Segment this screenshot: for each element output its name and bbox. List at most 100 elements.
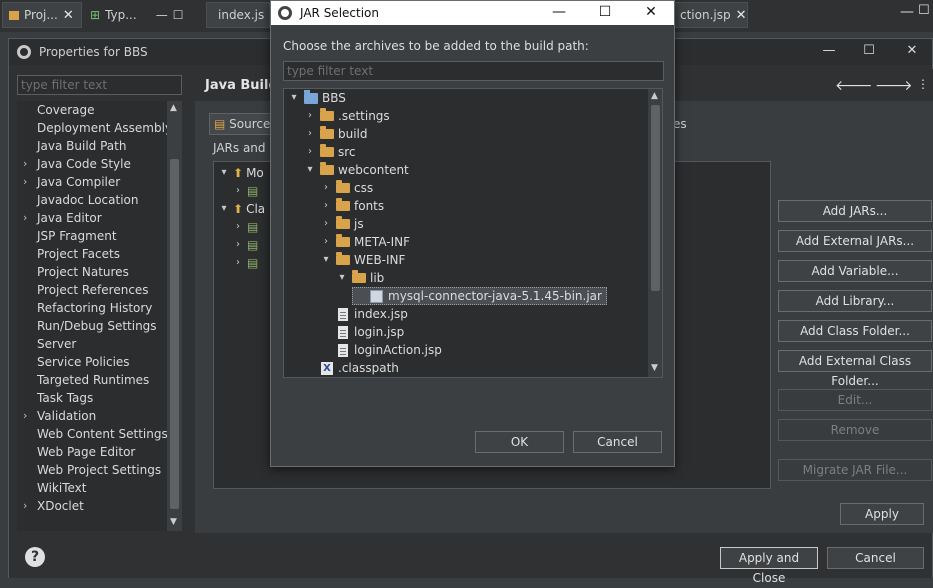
nav-item[interactable]: Web Page Editor: [17, 443, 175, 461]
chevron-right-icon[interactable]: ›: [23, 155, 27, 173]
tree-node[interactable]: X .classpath: [304, 359, 399, 377]
remove-button[interactable]: Remove: [778, 419, 932, 441]
chevron-right-icon[interactable]: ›: [304, 125, 316, 143]
add-external-class-folder-button[interactable]: Add External Class Folder...: [778, 350, 932, 388]
chevron-right-icon[interactable]: ›: [304, 143, 316, 161]
tree-node[interactable]: › css: [320, 179, 373, 197]
nav-item[interactable]: Java Build Path: [17, 137, 175, 155]
nav-item[interactable]: Task Tags: [17, 389, 175, 407]
more-options-icon[interactable]: ⋮: [917, 77, 929, 91]
chevron-down-icon[interactable]: ▾: [320, 251, 332, 269]
close-icon[interactable]: ✕: [63, 8, 74, 23]
tree-node-classpath[interactable]: ▾ ⬆ Cla: [218, 200, 265, 218]
chevron-right-icon[interactable]: ›: [232, 218, 244, 236]
nav-item[interactable]: › Java Editor: [17, 209, 175, 227]
chevron-down-icon[interactable]: ▾: [218, 164, 230, 182]
jar-cancel-button[interactable]: Cancel: [573, 431, 662, 453]
nav-scrollbar-thumb[interactable]: [170, 159, 179, 509]
chevron-down-icon[interactable]: ▾: [336, 269, 348, 287]
scroll-down-icon[interactable]: ▼: [170, 517, 177, 527]
tree-node[interactable]: › META-INF: [320, 233, 410, 251]
tree-node[interactable]: › build: [304, 125, 368, 143]
add-library-button[interactable]: Add Library...: [778, 290, 932, 312]
tree-node[interactable]: › fonts: [320, 197, 384, 215]
jar-filter-input[interactable]: type filter text: [283, 61, 664, 81]
back-arrow-icon[interactable]: 🡐: [835, 77, 873, 94]
maximize-icon[interactable]: ☐: [173, 8, 184, 22]
add-class-folder-button[interactable]: Add Class Folder...: [778, 320, 932, 342]
nav-item[interactable]: Javadoc Location: [17, 191, 175, 209]
apply-and-close-button[interactable]: Apply and Close: [720, 547, 818, 585]
tree-node-modulepath[interactable]: ▾ ⬆ Mo: [218, 164, 263, 182]
nav-item[interactable]: Coverage: [17, 101, 175, 119]
cancel-button[interactable]: Cancel: [827, 547, 924, 569]
chevron-right-icon[interactable]: ›: [232, 236, 244, 254]
tree-node[interactable]: › src: [304, 143, 356, 161]
scroll-up-icon[interactable]: ▲: [170, 103, 177, 113]
nav-item[interactable]: Targeted Runtimes: [17, 371, 175, 389]
nav-item[interactable]: › Validation: [17, 407, 175, 425]
chevron-right-icon[interactable]: ›: [320, 179, 332, 197]
nav-item[interactable]: Deployment Assembly: [17, 119, 175, 137]
nav-item[interactable]: › XDoclet: [17, 497, 175, 515]
scroll-up-icon[interactable]: ▲: [651, 91, 658, 101]
chevron-right-icon[interactable]: ›: [232, 182, 244, 200]
tree-node[interactable]: ▾ webcontent: [304, 161, 409, 179]
chevron-down-icon[interactable]: ▾: [288, 89, 300, 107]
tree-node[interactable]: › .settings: [304, 107, 390, 125]
minimize-icon[interactable]: —: [900, 4, 914, 20]
tree-node[interactable]: index.jsp: [320, 305, 408, 323]
chevron-right-icon[interactable]: ›: [320, 233, 332, 251]
nav-item[interactable]: › Java Compiler: [17, 173, 175, 191]
migrate-jar-button[interactable]: Migrate JAR File...: [778, 459, 932, 481]
nav-item[interactable]: Project Natures: [17, 263, 175, 281]
close-icon[interactable]: ✕: [639, 1, 663, 25]
tree-scrollbar-thumb[interactable]: [651, 105, 660, 291]
tree-node[interactable]: ▾ lib: [336, 269, 384, 287]
add-jars-button[interactable]: Add JARs...: [778, 200, 932, 222]
tree-node-child[interactable]: › ▤: [232, 254, 261, 272]
scroll-down-icon[interactable]: ▼: [651, 363, 658, 373]
minimize-icon[interactable]: —: [819, 43, 839, 58]
nav-item[interactable]: Web Content Settings: [17, 425, 175, 443]
tree-node[interactable]: loginAction.jsp: [320, 341, 442, 359]
nav-item[interactable]: Project References: [17, 281, 175, 299]
chevron-right-icon[interactable]: ›: [304, 107, 316, 125]
nav-item[interactable]: Web Project Settings: [17, 461, 175, 479]
tree-scrollbar[interactable]: ▲ ▼: [648, 89, 662, 377]
tree-node[interactable]: mysql-connector-java-5.1.45-bin.jar: [352, 287, 607, 305]
tree-node[interactable]: ▾ WEB-INF: [320, 251, 405, 269]
minimize-icon[interactable]: —: [156, 8, 168, 22]
editor-tab-loginaction[interactable]: ction.jsp ✕: [673, 2, 748, 28]
tree-node-child[interactable]: › ▤: [232, 182, 261, 200]
chevron-right-icon[interactable]: ›: [320, 215, 332, 233]
nav-item[interactable]: Run/Debug Settings: [17, 317, 175, 335]
maximize-icon[interactable]: ☐: [593, 1, 617, 25]
add-external-jars-button[interactable]: Add External JARs...: [778, 230, 932, 252]
nav-item[interactable]: Refactoring History: [17, 299, 175, 317]
minimize-icon[interactable]: —: [547, 1, 571, 25]
chevron-down-icon[interactable]: ▾: [218, 200, 230, 218]
nav-item[interactable]: Project Facets: [17, 245, 175, 263]
tree-node[interactable]: › js: [320, 215, 364, 233]
tab-source[interactable]: ▤ Source: [209, 113, 276, 135]
tree-node[interactable]: ▾ BBS: [288, 89, 346, 107]
chevron-right-icon[interactable]: ›: [23, 209, 27, 227]
type-hierarchy-tab[interactable]: ⊞ Typ... — ☐: [84, 2, 194, 28]
help-icon[interactable]: ?: [25, 547, 45, 567]
nav-item[interactable]: Service Policies: [17, 353, 175, 371]
chevron-right-icon[interactable]: ›: [23, 173, 27, 191]
chevron-down-icon[interactable]: ▾: [304, 161, 316, 179]
close-icon[interactable]: ✕: [736, 8, 747, 23]
edit-button[interactable]: Edit...: [778, 389, 932, 411]
add-variable-button[interactable]: Add Variable...: [778, 260, 932, 282]
maximize-icon[interactable]: ☐: [859, 43, 879, 58]
nav-scrollbar[interactable]: ▲ ▼: [167, 101, 182, 531]
tree-node-child[interactable]: › ▤: [232, 236, 261, 254]
ok-button[interactable]: OK: [475, 431, 564, 453]
nav-item[interactable]: WikiText: [17, 479, 175, 497]
archive-tree[interactable]: ▲ ▼ ▾ BBS › .settings › build › src ▾ webcontent ›…: [283, 88, 663, 378]
project-explorer-tab[interactable]: Proj... ✕: [2, 2, 82, 28]
chevron-right-icon[interactable]: ›: [320, 197, 332, 215]
properties-filter-input[interactable]: type filter text: [17, 75, 182, 95]
